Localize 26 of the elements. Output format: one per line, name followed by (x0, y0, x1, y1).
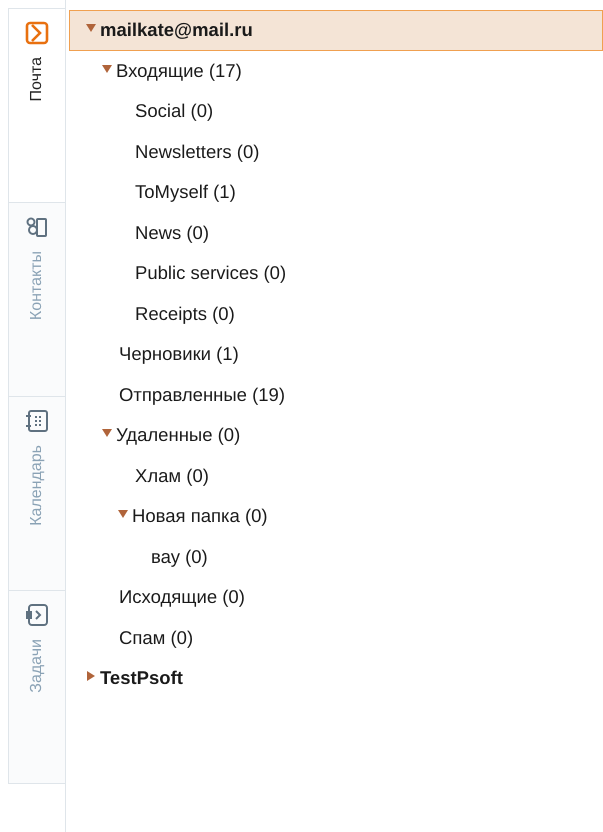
calendar-icon (25, 409, 49, 433)
tree-item[interactable]: News (0) (69, 212, 603, 253)
tree-item[interactable]: вау (0) (69, 536, 603, 577)
tree-item[interactable]: Новая папка (0) (69, 496, 603, 536)
task-icon (25, 603, 49, 627)
tree-item[interactable]: ToMyself (1) (69, 172, 603, 212)
expanded-arrow-icon[interactable] (102, 428, 112, 438)
tree-item[interactable]: Хлам (0) (69, 456, 603, 496)
tree-item[interactable]: mailkate@mail.ru (69, 10, 603, 50)
expanded-arrow-icon[interactable] (118, 509, 128, 519)
tree-item[interactable]: TestPsoft (69, 658, 603, 698)
tree-item[interactable]: Черновики (1) (69, 334, 603, 374)
people-icon (25, 215, 49, 239)
collapsed-arrow-icon[interactable] (86, 671, 96, 681)
tree-item[interactable]: Отправленные (19) (69, 374, 603, 415)
tree-item[interactable]: Newsletters (0) (69, 132, 603, 172)
tree-item[interactable]: Receipts (0) (69, 294, 603, 334)
expanded-arrow-icon[interactable] (86, 23, 96, 33)
tree-item[interactable]: Исходящие (0) (69, 577, 603, 618)
expanded-arrow-icon[interactable] (102, 64, 112, 74)
tree-item[interactable]: Public services (0) (69, 253, 603, 294)
tree-item[interactable]: Входящие (17) (69, 50, 603, 91)
tree-item[interactable]: Удаленные (0) (69, 415, 603, 456)
tree-item[interactable]: Social (0) (69, 91, 603, 132)
tree-item[interactable]: Спам (0) (69, 618, 603, 658)
sidebar-tab[interactable]: Почта (8, 8, 65, 202)
